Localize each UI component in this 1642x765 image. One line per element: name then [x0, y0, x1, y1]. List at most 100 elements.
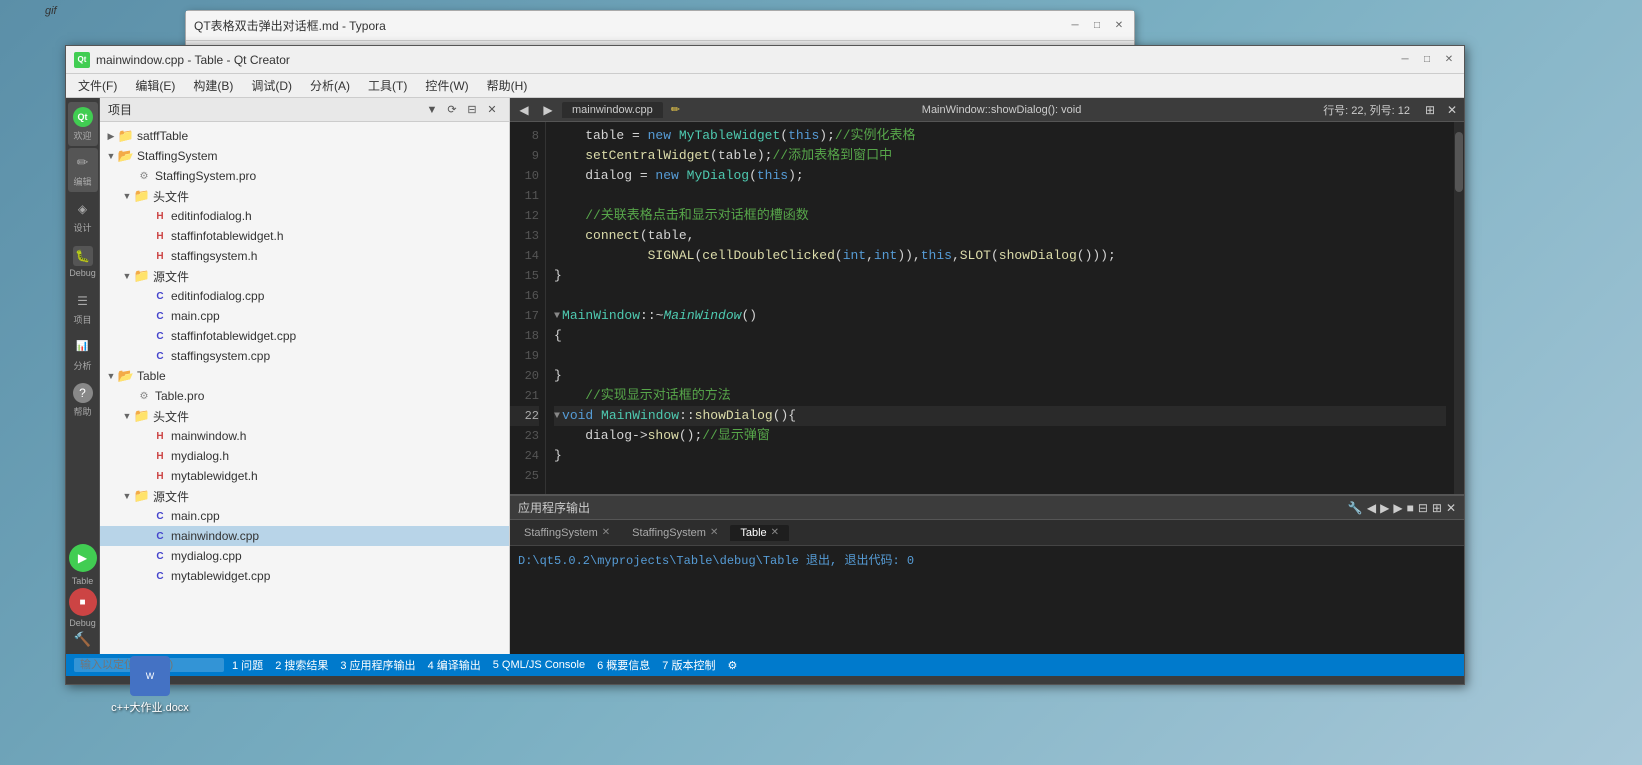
forward-btn[interactable]: ▶ [538, 100, 558, 120]
tree-satffTable[interactable]: ▶ 📁 satffTable [100, 126, 509, 146]
tree-sources-2[interactable]: ▼ 📁 源文件 [100, 486, 509, 506]
project-header-title: 项目 [108, 101, 132, 118]
output-expand-btn[interactable]: ⊞ [1432, 501, 1442, 515]
tree-staffinfotablewidget-h[interactable]: H staffinfotablewidget.h [100, 226, 509, 246]
qt-maximize-btn[interactable]: □ [1420, 53, 1434, 67]
tree-StaffingSystem-pro[interactable]: ⚙ StaffingSystem.pro [100, 166, 509, 186]
filter-btn[interactable]: ▼ [423, 101, 441, 119]
tree-headers-1[interactable]: ▼ 📁 头文件 [100, 186, 509, 206]
sidebar-analyze[interactable]: 📊 分析 [68, 332, 98, 376]
tab-table-close[interactable]: ✕ [771, 527, 779, 538]
menu-analyze[interactable]: 分析(A) [302, 75, 358, 96]
tree-sources-1[interactable]: ▼ 📁 源文件 [100, 266, 509, 286]
tab-staffingsystem-1-close[interactable]: ✕ [602, 527, 610, 538]
pro-file-icon-1: ⚙ [136, 168, 152, 184]
output-stop-btn[interactable]: ■ [1407, 501, 1414, 515]
tree-staffingsystem-h[interactable]: H staffingsystem.h [100, 246, 509, 266]
desktop-icon-homework[interactable]: W c++大作业.docx [110, 656, 190, 715]
tree-mainwindow-cpp[interactable]: C mainwindow.cpp [100, 526, 509, 546]
status-version-control[interactable]: 7 版本控制 [658, 657, 719, 673]
back-btn[interactable]: ◀ [514, 100, 534, 120]
menu-file[interactable]: 文件(F) [70, 75, 125, 96]
tree-mydialog-cpp[interactable]: C mydialog.cpp [100, 546, 509, 566]
output-prev-btn[interactable]: ◀ [1367, 501, 1376, 515]
collapse-btn[interactable]: ⊟ [463, 101, 481, 119]
code-line-15: } [554, 266, 1446, 286]
run-button[interactable]: ▶ [69, 544, 97, 572]
tree-Table[interactable]: ▼ 📂 Table [100, 366, 509, 386]
editor-close-btn[interactable]: ✕ [1444, 102, 1460, 118]
typora-title: QT表格双击弹出对话框.md - Typora [194, 17, 386, 34]
output-close-panel-btn[interactable]: ✕ [1446, 501, 1456, 515]
sidebar-edit[interactable]: ✏ 编辑 [68, 148, 98, 192]
tree-StaffingSystem[interactable]: ▼ 📂 StaffingSystem [100, 146, 509, 166]
typora-close-btn[interactable]: ✕ [1112, 19, 1126, 33]
output-run-btn[interactable]: ▶ [1393, 501, 1402, 515]
tree-editinfodialog-cpp[interactable]: C editinfodialog.cpp [100, 286, 509, 306]
tree-mytablewidget-h[interactable]: H mytablewidget.h [100, 466, 509, 486]
tree-main-cpp-2[interactable]: C main.cpp [100, 506, 509, 526]
output-tab-table[interactable]: Table ✕ [730, 525, 789, 541]
output-tab-staffingsystem-1[interactable]: StaffingSystem ✕ [514, 525, 620, 541]
cpp-file-icon-5: C [152, 508, 168, 524]
qt-minimize-btn[interactable]: ─ [1398, 53, 1412, 67]
menu-controls[interactable]: 控件(W) [417, 75, 476, 96]
menu-edit[interactable]: 编辑(E) [127, 75, 183, 96]
status-search-results[interactable]: 2 搜索结果 [271, 657, 332, 673]
stop-button[interactable]: ■ [69, 588, 97, 616]
tree-headers-2[interactable]: ▼ 📁 头文件 [100, 406, 509, 426]
cpp-file-icon-2: C [152, 308, 168, 324]
split-btn[interactable]: ⊞ [1420, 100, 1440, 120]
status-compile-output[interactable]: 4 编译输出 [424, 657, 485, 673]
tree-mainwindow-h[interactable]: H mainwindow.h [100, 426, 509, 446]
project-panel-header: 项目 ▼ ⟳ ⊟ ✕ [100, 98, 509, 122]
tree-editinfodialog-h[interactable]: H editinfodialog.h [100, 206, 509, 226]
line-10: 10 [510, 166, 539, 186]
output-tab-staffingsystem-2[interactable]: StaffingSystem ✕ [622, 525, 728, 541]
close-panel-btn[interactable]: ✕ [483, 101, 501, 119]
sidebar-design[interactable]: ◈ 设计 [68, 194, 98, 238]
editor-scroll-thumb[interactable] [1455, 132, 1463, 192]
editor-file-tab[interactable]: mainwindow.cpp [562, 102, 663, 118]
status-settings-btn[interactable]: ⚙ [723, 659, 741, 672]
qt-close-btn[interactable]: ✕ [1442, 53, 1456, 67]
run-label: Table [72, 576, 94, 586]
output-next-btn[interactable]: ▶ [1380, 501, 1389, 515]
output-toggle-btn[interactable]: ⊟ [1418, 501, 1428, 515]
sidebar-debug[interactable]: 🐛 Debug [68, 240, 98, 284]
tree-main-cpp-1[interactable]: C main.cpp [100, 306, 509, 326]
menu-help[interactable]: 帮助(H) [479, 75, 536, 96]
menu-debug[interactable]: 调试(D) [243, 75, 300, 96]
typora-maximize-btn[interactable]: □ [1090, 19, 1104, 33]
status-problems[interactable]: 1 问题 [228, 657, 267, 673]
editor-scrollbar[interactable] [1454, 122, 1464, 494]
menu-build[interactable]: 构建(B) [185, 75, 241, 96]
tree-staffinfotablewidget-cpp[interactable]: C staffinfotablewidget.cpp [100, 326, 509, 346]
code-line-8: table = new MyTableWidget(this);//实例化表格 [554, 126, 1446, 146]
editinfodialog-cpp-label: editinfodialog.cpp [171, 289, 264, 303]
sidebar-help[interactable]: ? 帮助 [68, 378, 98, 422]
status-qml-console[interactable]: 5 QML/JS Console [489, 659, 589, 671]
sidebar-welcome[interactable]: Qt 欢迎 [68, 102, 98, 146]
line-21: 21 [510, 386, 539, 406]
tree-mytablewidget-cpp[interactable]: C mytablewidget.cpp [100, 566, 509, 586]
mainwindow-cpp-label: mainwindow.cpp [171, 529, 259, 543]
tree-staffingsystem-cpp[interactable]: C staffingsystem.cpp [100, 346, 509, 366]
menu-tools[interactable]: 工具(T) [360, 75, 415, 96]
status-app-output[interactable]: 3 应用程序输出 [336, 657, 419, 673]
tree-Table-pro[interactable]: ⚙ Table.pro [100, 386, 509, 406]
code-line-23: dialog->show();//显示弹窗 [554, 426, 1446, 446]
tab-staffingsystem-2-close[interactable]: ✕ [710, 527, 718, 538]
project-label: 项目 [73, 313, 91, 326]
tree-mydialog-h[interactable]: H mydialog.h [100, 446, 509, 466]
output-up-btn[interactable]: 🔧 [1348, 501, 1363, 515]
code-content[interactable]: table = new MyTableWidget(this);//实例化表格 … [546, 122, 1454, 494]
typora-minimize-btn[interactable]: ─ [1068, 19, 1082, 33]
homework-label: c++大作业.docx [111, 699, 189, 715]
code-editor[interactable]: 8 9 10 11 12 13 14 15 16 17 18 19 20 21 [510, 122, 1464, 494]
sync-btn[interactable]: ⟳ [443, 101, 461, 119]
build-button[interactable]: 🔨 [69, 632, 97, 646]
sidebar-project[interactable]: ☰ 项目 [68, 286, 98, 330]
status-overview[interactable]: 6 概要信息 [593, 657, 654, 673]
h-file-icon-4: H [152, 428, 168, 444]
